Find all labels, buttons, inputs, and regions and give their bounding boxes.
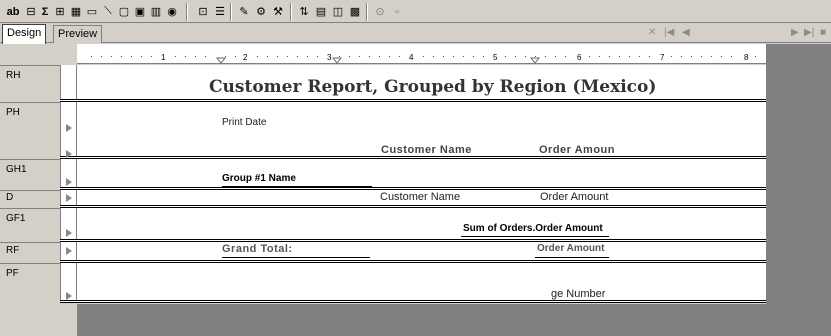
- section-marker-icon: [66, 229, 72, 237]
- format-painter-icon[interactable]: ✎: [236, 3, 252, 20]
- ruler-ticks: [91, 56, 756, 64]
- align-icon[interactable]: ☰: [212, 3, 228, 20]
- toolbar-separator: [186, 3, 188, 21]
- report-footer-section[interactable]: RF Grand Total: Order Amount: [0, 242, 766, 260]
- amount-underline: [535, 257, 609, 258]
- close-view-icon[interactable]: ✕: [648, 27, 656, 38]
- toolbar-separator: [366, 3, 368, 21]
- cross-tab-icon[interactable]: ▦: [68, 3, 84, 20]
- group-icon[interactable]: ⊞: [52, 3, 68, 20]
- section-marker-icon: [66, 150, 72, 158]
- stop-icon[interactable]: ■: [820, 27, 826, 38]
- view-tabs: Design Preview ✕ |◀ ◀ ▶ ▶| ■: [0, 23, 831, 44]
- section-label-gh1: GH1: [0, 159, 60, 187]
- last-page-icon[interactable]: ▶|: [804, 27, 814, 38]
- customer-name-field[interactable]: Customer Name: [380, 191, 460, 203]
- sum-of-orders-field[interactable]: Sum of Orders.Order Amount: [463, 223, 603, 234]
- page-number-field[interactable]: ge Number: [551, 288, 605, 300]
- previous-page-icon[interactable]: ◀: [682, 27, 690, 38]
- order-amount-heading[interactable]: Order Amoun: [539, 144, 615, 156]
- ole-icon[interactable]: ▭: [84, 3, 100, 20]
- section-label-ph: PH: [0, 102, 60, 156]
- box-icon[interactable]: ▢: [116, 3, 132, 20]
- details-section[interactable]: D Customer Name Order Amount: [0, 190, 766, 205]
- picture-icon[interactable]: ▣: [132, 3, 148, 20]
- grand-total-label[interactable]: Grand Total:: [222, 243, 293, 255]
- section-body: Group #1 Name: [77, 159, 766, 187]
- group-footer-section[interactable]: GF1 Sum of Orders.Order Amount: [0, 208, 766, 239]
- section-body: Customer Report, Grouped by Region (Mexi…: [77, 65, 766, 99]
- section-marker-icon: [66, 178, 72, 186]
- workspace-background: [77, 304, 766, 336]
- first-page-icon[interactable]: |◀: [664, 27, 674, 38]
- text-object-icon[interactable]: ab: [3, 3, 23, 20]
- grand-total-underline: [222, 257, 370, 258]
- group-name-field[interactable]: Group #1 Name: [222, 173, 296, 184]
- insert-subreport-icon[interactable]: ⊡: [195, 3, 211, 20]
- map-icon[interactable]: ◉: [164, 3, 180, 20]
- section-divider: [60, 300, 766, 303]
- select-expert-icon[interactable]: ⚙: [253, 3, 269, 20]
- report-header-section[interactable]: RH Customer Report, Grouped by Region (M…: [0, 65, 766, 99]
- section-label-pf: PF: [0, 263, 60, 300]
- toolbar-separator: [230, 3, 232, 21]
- report-explorer-icon[interactable]: ▤: [313, 3, 329, 20]
- sum-underline: [461, 236, 609, 237]
- page-footer-section[interactable]: PF ge Number: [0, 263, 766, 300]
- print-date-field[interactable]: Print Date: [222, 117, 266, 128]
- chart-icon[interactable]: ▥: [148, 3, 164, 20]
- report-title[interactable]: Customer Report, Grouped by Region (Mexi…: [209, 77, 656, 97]
- field-explorer-icon[interactable]: ◫: [330, 3, 346, 20]
- section-body: Grand Total: Order Amount: [77, 242, 766, 260]
- section-label-rh: RH: [0, 65, 60, 99]
- formula-icon[interactable]: ⚒: [270, 3, 286, 20]
- section-marker-icon: [66, 124, 72, 132]
- workspace-background: [766, 44, 831, 336]
- section-body: ge Number: [77, 263, 766, 300]
- section-body: Customer Name Order Amount: [77, 190, 766, 205]
- section-marker-icon: [66, 292, 72, 300]
- close-icon[interactable]: ▫: [389, 3, 405, 20]
- group-tree-icon[interactable]: ▩: [347, 3, 363, 20]
- toolbar-separator: [290, 3, 292, 21]
- section-body: Print Date Customer Name Order Amoun: [77, 102, 766, 156]
- page-header-section[interactable]: PH Print Date Customer Name Order Amoun: [0, 102, 766, 156]
- report-designer-window: ab ⊟ Σ ⊞ ▦ ▭ ⟍ ▢ ▣ ▥ ◉ ⊡ ☰ ✎ ⚙ ⚒ ⇅ ▤ ◫ ▩…: [0, 0, 831, 336]
- section-marker-icon: [66, 247, 72, 255]
- customer-name-heading[interactable]: Customer Name: [381, 144, 472, 156]
- find-icon[interactable]: ⊙: [372, 3, 388, 20]
- order-amount-field[interactable]: Order Amount: [540, 191, 608, 203]
- grand-total-amount-field[interactable]: Order Amount: [537, 243, 604, 254]
- sort-icon[interactable]: ⇅: [296, 3, 312, 20]
- section-marker-icon: [66, 194, 72, 202]
- field-icon[interactable]: ⊟: [24, 3, 38, 20]
- line-icon[interactable]: ⟍: [100, 3, 116, 20]
- section-label-d: D: [0, 190, 60, 205]
- group-header-section[interactable]: GH1 Group #1 Name: [0, 159, 766, 187]
- next-page-icon[interactable]: ▶: [791, 27, 799, 38]
- toolbar: ab ⊟ Σ ⊞ ▦ ▭ ⟍ ▢ ▣ ▥ ◉ ⊡ ☰ ✎ ⚙ ⚒ ⇅ ▤ ◫ ▩…: [0, 0, 831, 23]
- section-labels-column: [0, 304, 77, 336]
- summary-icon[interactable]: Σ: [38, 3, 52, 20]
- section-label-gf1: GF1: [0, 208, 60, 239]
- horizontal-ruler: 1 2 3 4 5 6 7 8: [77, 44, 766, 64]
- section-label-rf: RF: [0, 242, 60, 260]
- section-margin: [60, 65, 77, 99]
- tab-design[interactable]: Design: [2, 24, 47, 44]
- tab-preview[interactable]: Preview: [53, 25, 103, 43]
- section-body: Sum of Orders.Order Amount: [77, 208, 766, 239]
